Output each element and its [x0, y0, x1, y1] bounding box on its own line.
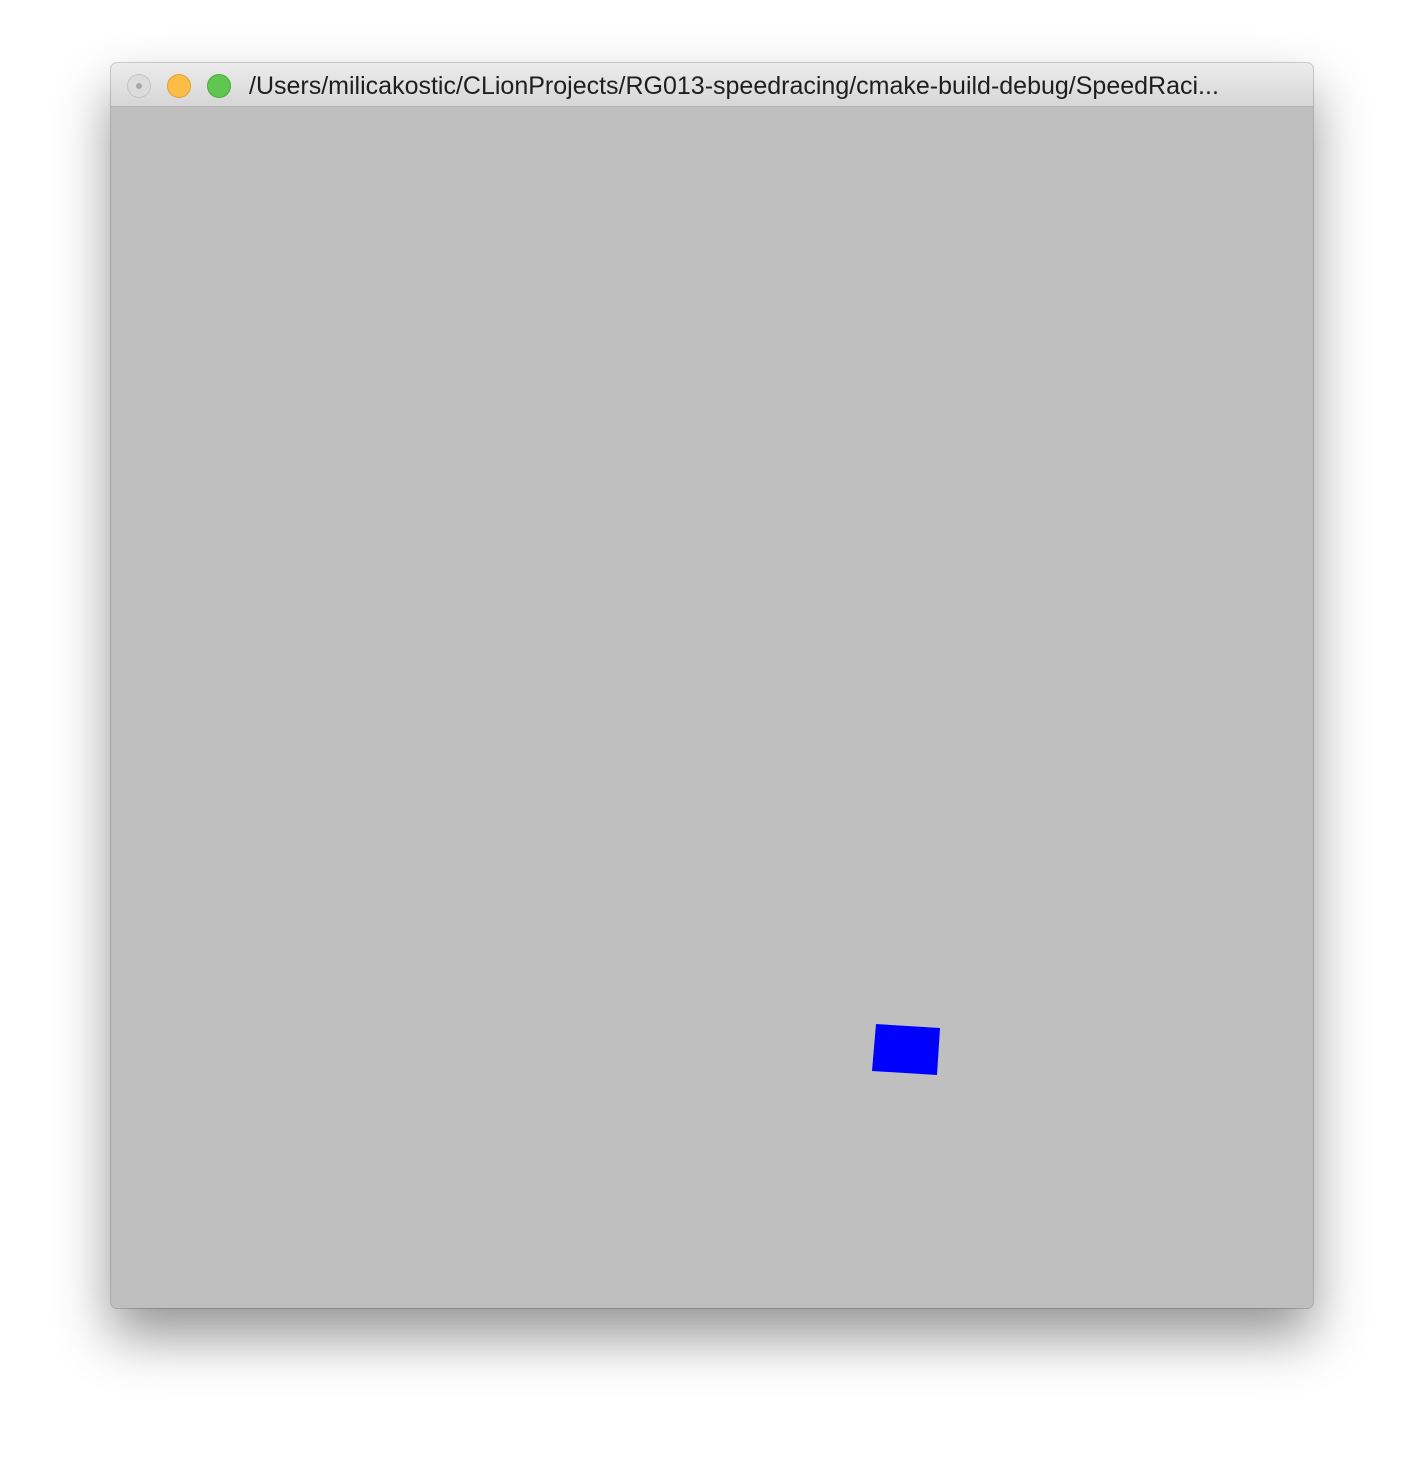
- zoom-button[interactable]: [207, 74, 231, 98]
- window-title: /Users/milicakostic/CLionProjects/RG013-…: [249, 72, 1219, 100]
- title-bar[interactable]: /Users/milicakostic/CLionProjects/RG013-…: [111, 63, 1313, 107]
- player-car-shape: [872, 1024, 940, 1075]
- player-car: [872, 1024, 940, 1075]
- minimize-button[interactable]: [167, 74, 191, 98]
- close-button[interactable]: [127, 74, 151, 98]
- app-window: /Users/milicakostic/CLionProjects/RG013-…: [111, 63, 1313, 1308]
- game-viewport[interactable]: [111, 107, 1313, 1308]
